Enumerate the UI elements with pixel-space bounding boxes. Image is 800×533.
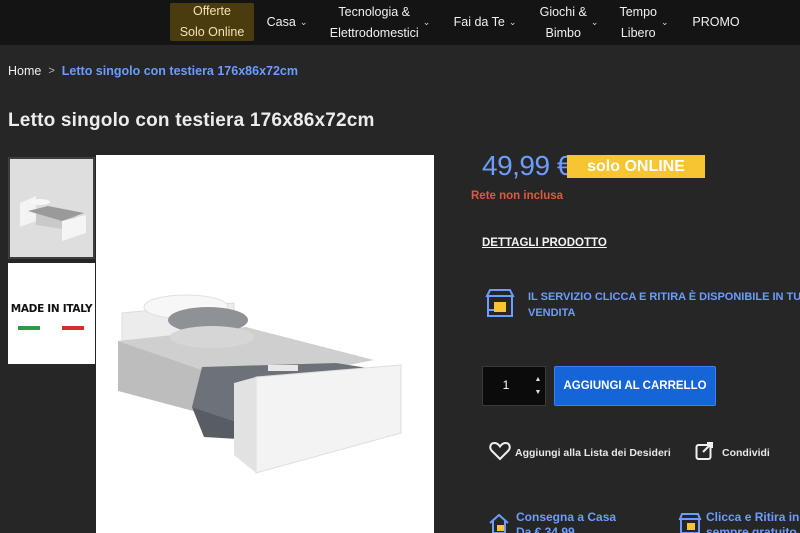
product-details-link[interactable]: DETTAGLI PRODOTTO [482,237,607,249]
share-label: Condividi [722,446,770,459]
nav-promo[interactable]: PROMO [690,0,742,45]
home-delivery-info: Consegna a Casa Da € 34,99 [516,510,616,533]
nav-tempo-line2: Libero [620,25,656,40]
home-delivery-price: Da € 34,99 [516,525,575,533]
breadcrumb-home[interactable]: Home [8,64,41,78]
store-pickup-title: Clicca e Ritira in [706,510,800,524]
bed-image [96,155,434,533]
chevron-up-icon[interactable]: ▲ [532,375,544,385]
nav-tecnologia-line1: Tecnologia & [338,4,410,19]
chevron-down-icon: ⌄ [422,17,431,27]
nav-tempo-line1: Tempo [619,4,657,19]
nav-giochi-line1: Giochi & [539,4,587,19]
chevron-down-icon: ⌄ [299,17,308,27]
nav-offerte-solo-online[interactable]: Offerte Solo Online [170,3,254,41]
store-pickup-subtitle: sempre gratuito [706,525,797,533]
add-to-cart-button[interactable]: AGGIUNGI AL CARRELLO [554,366,716,406]
store-pickup-icon [678,512,702,533]
nav-casa[interactable]: Casa ⌄ [262,0,312,45]
heart-icon [489,441,511,464]
nav-tempo-libero[interactable]: Tempo Libero ⌄ [616,0,672,45]
nav-offerte-line1: Offerte [193,4,231,18]
chevron-down-icon: ⌄ [508,17,517,27]
page-title: Letto singolo con testiera 176x86x72cm [8,110,375,131]
breadcrumb: Home > Letto singolo con testiera 176x86… [8,64,298,78]
breadcrumb-separator-icon: > [48,65,55,77]
home-delivery-title: Consegna a Casa [516,510,617,524]
store-pickup-info: Clicca e Ritira in sempre gratuito [706,510,799,533]
chevron-down-icon[interactable]: ▼ [532,388,544,398]
breadcrumb-current[interactable]: Letto singolo con testiera 176x86x72cm [62,64,298,78]
italian-flag-icon [18,326,84,330]
wishlist-button[interactable]: Aggiungi alla Lista dei Desideri [489,441,671,464]
service-text-line2: VENDITA [528,307,576,319]
nav-fai-da-te[interactable]: Fai da Te ⌄ [450,0,520,45]
product-price: 49,99 € [482,150,572,181]
store-pickup-icon [484,288,516,323]
nav-casa-label: Casa [266,15,296,29]
nav-giochi-line2: Bimbo [545,25,581,40]
nav-giochi-bimbo[interactable]: Giochi & Bimbo ⌄ [535,0,603,45]
home-delivery-icon [487,512,511,533]
quantity-value[interactable]: 1 [483,378,529,392]
thumbnail-made-in-italy[interactable]: MADE IN ITALY [8,263,95,364]
made-in-italy-logo: MADE IN ITALY [10,303,93,315]
nav-tecnologia-line2: Elettrodomestici [329,25,419,40]
solo-online-badge: solo ONLINE [567,155,705,178]
top-navigation: Offerte Solo Online Casa ⌄ Tecnologia & Ele… [0,0,800,45]
service-text-line1: IL SERVIZIO CLICCA E RITIRA È DISPONIBIL… [528,291,800,303]
product-main-image[interactable] [96,155,434,533]
nav-offerte-line2: Solo Online [179,25,245,39]
service-text: IL SERVIZIO CLICCA E RITIRA È DISPONIBIL… [528,289,800,321]
nav-promo-label: PROMO [692,15,740,29]
chevron-down-icon: ⌄ [590,17,599,27]
nav-tecnologia[interactable]: Tecnologia & Elettrodomestici ⌄ [325,0,435,45]
thumbnail-bed[interactable] [8,157,95,259]
share-button[interactable]: Condividi [695,441,770,464]
nav-fai-da-te-label: Fai da Te [453,15,505,29]
chevron-down-icon: ⌄ [660,17,669,27]
rete-non-inclusa-note: Rete non inclusa [471,190,564,202]
quantity-stepper[interactable]: 1 ▲ ▼ [482,366,546,406]
share-icon [695,441,715,464]
wishlist-label: Aggiungi alla Lista dei Desideri [515,446,671,459]
bed-thumbnail-image [10,159,93,257]
